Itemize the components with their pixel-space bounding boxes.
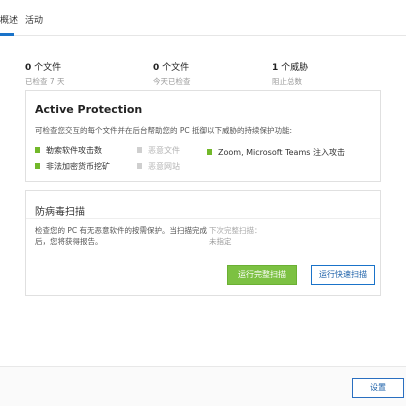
feature-label: 非法加密货币挖矿 [46, 162, 110, 171]
antivirus-scan-title: 防病毒扫描 [35, 207, 85, 218]
feature-disabled-icon [137, 162, 142, 169]
feature-label: 恶意文件 [148, 146, 180, 155]
tab-activity[interactable]: 活动 [25, 13, 43, 26]
active-tab-indicator [0, 33, 14, 36]
feature-label: Zoom, Microsoft Teams 注入攻击 [218, 148, 345, 157]
feature-enabled-icon [35, 162, 40, 169]
feature-label: 恶意网站 [148, 162, 180, 171]
stat-files-checked-week: 0 个文件 已检查 7 天 [25, 60, 65, 87]
stat-count: 0 [153, 63, 160, 73]
settings-button[interactable]: 设置 [352, 378, 404, 398]
stat-caption: 已检查 7 天 [25, 77, 65, 86]
stat-threats-blocked: 1 个威胁 阻止总数 [272, 60, 308, 87]
active-protection-description: 可检查您交互的每个文件并在后台帮助您的 PC 抵御以下威胁的持续保护功能: [35, 126, 293, 135]
antivirus-scan-description: 检查您的 PC 有无恶意软件的按需保护。当扫描完成后，您将获得报告。 [35, 226, 208, 246]
feature-ransomware: 勒索软件攻击数 [35, 145, 102, 156]
next-scan-value[interactable]: 未指定 [209, 236, 232, 247]
feature-enabled-icon [207, 148, 212, 155]
stat-unit: 个文件 [34, 63, 62, 73]
stat-caption: 今天已检查 [153, 77, 191, 86]
active-protection-title: Active Protection [35, 103, 143, 116]
divider [26, 218, 380, 219]
feature-cryptomining: 非法加密货币挖矿 [35, 161, 110, 172]
run-quick-scan-button[interactable]: 运行快速扫描 [311, 265, 375, 285]
footer-bar: 设置 [0, 366, 406, 406]
stat-files-checked-today: 0 个文件 今天已检查 [153, 60, 191, 87]
stat-count: 1 [272, 63, 279, 73]
stat-unit: 个威胁 [281, 63, 309, 73]
feature-enabled-icon [35, 146, 40, 153]
tab-bar: 概述 活动 [0, 0, 406, 36]
stat-unit: 个文件 [162, 63, 190, 73]
feature-malicious-websites: 恶意网站 [137, 161, 180, 172]
feature-injection-attacks: Zoom, Microsoft Teams 注入攻击 [207, 147, 345, 158]
feature-malicious-files: 恶意文件 [137, 145, 180, 156]
next-scan-label: 下次完整扫描： [209, 226, 262, 235]
antivirus-scan-panel: 防病毒扫描 检查您的 PC 有无恶意软件的按需保护。当扫描完成后，您将获得报告。… [25, 190, 381, 296]
feature-disabled-icon [137, 146, 142, 153]
stat-count: 0 [25, 63, 32, 73]
tab-overview[interactable]: 概述 [0, 13, 18, 26]
active-protection-panel: Active Protection 可检查您交互的每个文件并在后台帮助您的 PC… [25, 90, 381, 182]
stat-caption: 阻止总数 [272, 77, 302, 86]
feature-label: 勒索软件攻击数 [46, 146, 102, 155]
run-full-scan-button[interactable]: 运行完整扫描 [227, 265, 297, 285]
